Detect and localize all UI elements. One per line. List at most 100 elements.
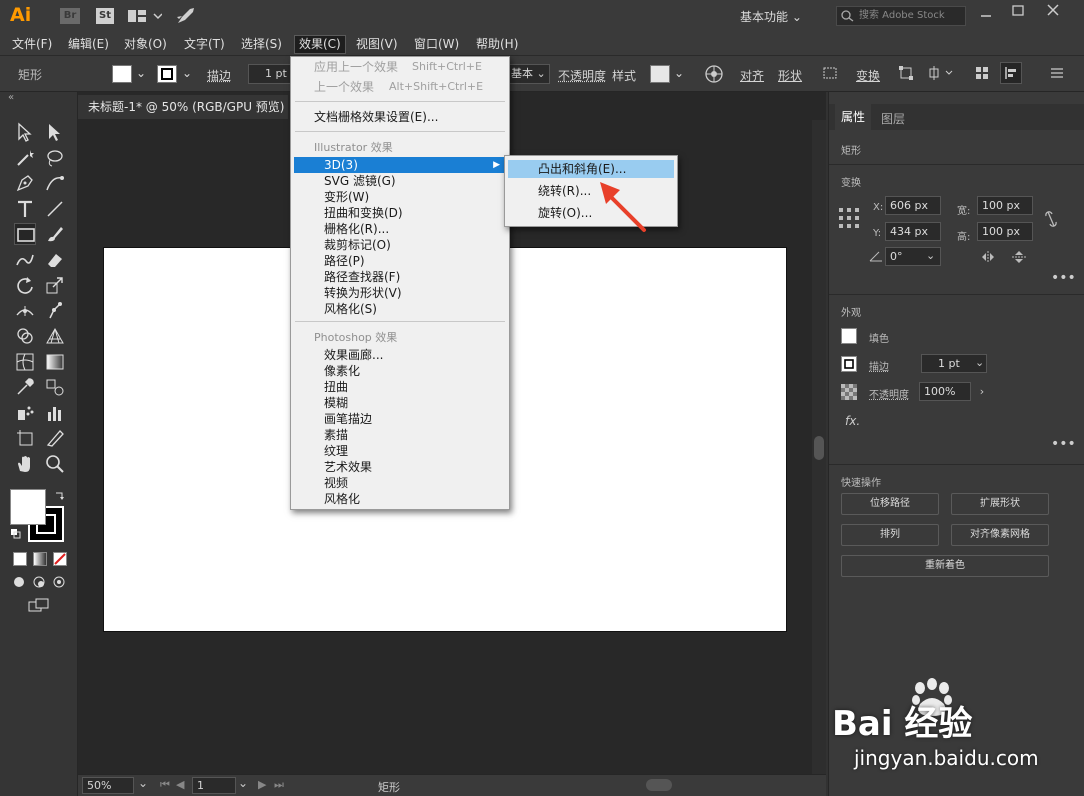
first-artboard-icon[interactable]: ⏮ xyxy=(160,778,170,792)
stroke-stepper[interactable]: 1 pt xyxy=(248,64,292,84)
height-field[interactable]: 100 px xyxy=(977,222,1033,241)
menu-item-illustrator-effect[interactable]: 路径(P) xyxy=(294,253,506,269)
recolor-button[interactable]: 重新着色 xyxy=(841,555,1049,577)
symbol-sprayer-tool-icon[interactable] xyxy=(14,402,36,424)
menu-select[interactable]: 选择(S) xyxy=(237,35,286,54)
lasso-tool-icon[interactable] xyxy=(44,147,66,169)
transform-link[interactable]: 变换 xyxy=(856,67,880,84)
slice-tool-icon[interactable] xyxy=(44,427,66,449)
draw-inside-icon[interactable] xyxy=(52,575,74,591)
menu-item-photoshop-effect[interactable]: 画笔描边 xyxy=(294,411,506,427)
menu-item-illustrator-effect[interactable]: 风格化(S) xyxy=(294,301,506,317)
width-tool-icon[interactable] xyxy=(14,300,36,322)
previous-artboard-icon[interactable]: ◀ xyxy=(176,778,184,791)
menu-item-photoshop-effect[interactable]: 扭曲 xyxy=(294,379,506,395)
type-tool-icon[interactable] xyxy=(14,198,36,220)
menu-item-photoshop-effect[interactable]: 像素化 xyxy=(294,363,506,379)
gradient-tool-icon[interactable] xyxy=(44,351,66,373)
shape-link[interactable]: 形状 xyxy=(778,67,802,84)
next-artboard-icon[interactable]: ▶ xyxy=(258,778,266,791)
appearance-opacity-field[interactable]: 100% xyxy=(919,382,971,401)
align-pixel-grid-button[interactable]: 对齐像素网格 xyxy=(951,524,1049,546)
menu-object[interactable]: 对象(O) xyxy=(120,35,171,54)
stroke-swatch[interactable] xyxy=(157,65,177,83)
tab-properties[interactable]: 属性 xyxy=(835,104,871,130)
arrange-button[interactable]: 排列 xyxy=(841,524,939,546)
opacity-label[interactable]: 不透明度 xyxy=(558,67,606,84)
rotate-tool-icon[interactable] xyxy=(14,274,36,296)
artboard-number-field[interactable]: 1 xyxy=(192,777,236,794)
grid-icon[interactable] xyxy=(975,66,989,80)
offset-path-button[interactable]: 位移路径 xyxy=(841,493,939,515)
perspective-grid-tool-icon[interactable] xyxy=(44,325,66,347)
blend-tool-icon[interactable] xyxy=(44,376,66,398)
menu-item-photoshop-effect[interactable]: 模糊 xyxy=(294,395,506,411)
menu-item-raster-settings[interactable]: 文档栅格效果设置(E)... xyxy=(294,109,506,125)
flip-horizontal-icon[interactable] xyxy=(981,250,997,264)
stroke-label[interactable]: 描边 xyxy=(207,67,231,84)
panel-menu-icon[interactable] xyxy=(1050,66,1064,80)
paintbrush-tool-icon[interactable] xyxy=(44,223,66,245)
color-mode-none-button[interactable] xyxy=(53,552,67,566)
menu-file[interactable]: 文件(F) xyxy=(8,35,56,54)
menu-effect[interactable]: 效果(C) xyxy=(294,35,346,54)
draw-normal-icon[interactable] xyxy=(12,575,34,591)
screen-mode-icon[interactable] xyxy=(28,598,50,614)
curvature-tool-icon[interactable] xyxy=(44,172,66,194)
menu-item-illustrator-effect[interactable]: 3D(3) ▶ xyxy=(294,157,506,173)
tab-layers[interactable]: 图层 xyxy=(881,110,905,127)
menu-item-apply-last-effect[interactable]: 应用上一个效果 Shift+Ctrl+E xyxy=(294,59,506,75)
fill-swatch[interactable] xyxy=(112,65,132,83)
gpu-rocket-icon[interactable] xyxy=(176,7,196,25)
menu-item-illustrator-effect[interactable]: 转换为形状(V) xyxy=(294,285,506,301)
fill-color-widget[interactable] xyxy=(10,489,46,525)
appearance-stroke-label[interactable]: 描边 xyxy=(869,358,889,373)
minimize-icon[interactable] xyxy=(980,8,992,20)
menu-item-photoshop-effect[interactable]: 效果画廊... xyxy=(294,347,506,363)
zoom-select[interactable]: 50% xyxy=(82,777,134,794)
menu-item-illustrator-effect[interactable]: 扭曲和变换(D) xyxy=(294,205,506,221)
direct-selection-tool-icon[interactable] xyxy=(44,121,66,143)
chevron-down-icon[interactable]: ⌄ xyxy=(138,776,148,790)
color-mode-gradient-button[interactable] xyxy=(33,552,47,566)
hand-tool-icon[interactable] xyxy=(14,453,36,475)
workspace-switcher[interactable]: 基本功能 ⌄ xyxy=(740,8,802,25)
shape-builder-tool-icon[interactable] xyxy=(14,325,36,347)
maximize-icon[interactable] xyxy=(1012,5,1024,17)
appearance-opacity-label[interactable]: 不透明度 xyxy=(869,386,909,401)
mesh-tool-icon[interactable] xyxy=(14,351,36,373)
menu-help[interactable]: 帮助(H) xyxy=(472,35,522,54)
menu-view[interactable]: 视图(V) xyxy=(352,35,402,54)
shape-properties-icon[interactable] xyxy=(822,66,838,80)
menu-edit[interactable]: 编辑(E) xyxy=(64,35,113,54)
align-link[interactable]: 对齐 xyxy=(740,67,764,84)
menu-item-photoshop-effect[interactable]: 视频 xyxy=(294,475,506,491)
style-select[interactable]: 基本 ⌄ xyxy=(508,64,550,84)
chevron-down-icon[interactable]: ⌄ xyxy=(238,776,248,790)
artboard-tool-icon[interactable] xyxy=(14,427,36,449)
draw-behind-icon[interactable] xyxy=(32,575,54,591)
selection-tool-icon[interactable] xyxy=(14,121,36,143)
pen-tool-icon[interactable] xyxy=(14,172,36,194)
scale-tool-icon[interactable] xyxy=(44,274,66,296)
submenu-item-extrude-bevel[interactable]: 凸出和斜角(E)... xyxy=(508,160,674,178)
bridge-button[interactable]: Br xyxy=(60,8,80,24)
menu-item-illustrator-effect[interactable]: 裁剪标记(O) xyxy=(294,237,506,253)
expand-shape-button[interactable]: 扩展形状 xyxy=(951,493,1049,515)
last-artboard-icon[interactable]: ⏭ xyxy=(274,778,284,792)
vertical-scrollbar[interactable] xyxy=(812,120,826,774)
transform-bounds-icon[interactable] xyxy=(898,65,914,81)
y-field[interactable]: 434 px xyxy=(885,222,941,241)
color-mode-fill-button[interactable] xyxy=(13,552,27,566)
default-colors-icon[interactable] xyxy=(10,528,32,544)
align-left-icon[interactable] xyxy=(1000,62,1022,84)
stroke-color-swatch[interactable] xyxy=(841,356,857,372)
more-options-icon[interactable]: ••• xyxy=(1051,270,1076,286)
document-tab[interactable]: 未标题-1* @ 50% (RGB/GPU 预览) xyxy=(78,95,288,119)
zoom-tool-icon[interactable] xyxy=(44,453,66,475)
line-tool-icon[interactable] xyxy=(44,198,66,220)
chevron-down-icon[interactable]: ⌄ xyxy=(136,66,146,80)
shaper-tool-icon[interactable] xyxy=(14,249,36,271)
stock-button[interactable]: St xyxy=(96,8,114,24)
x-field[interactable]: 606 px xyxy=(885,196,941,215)
